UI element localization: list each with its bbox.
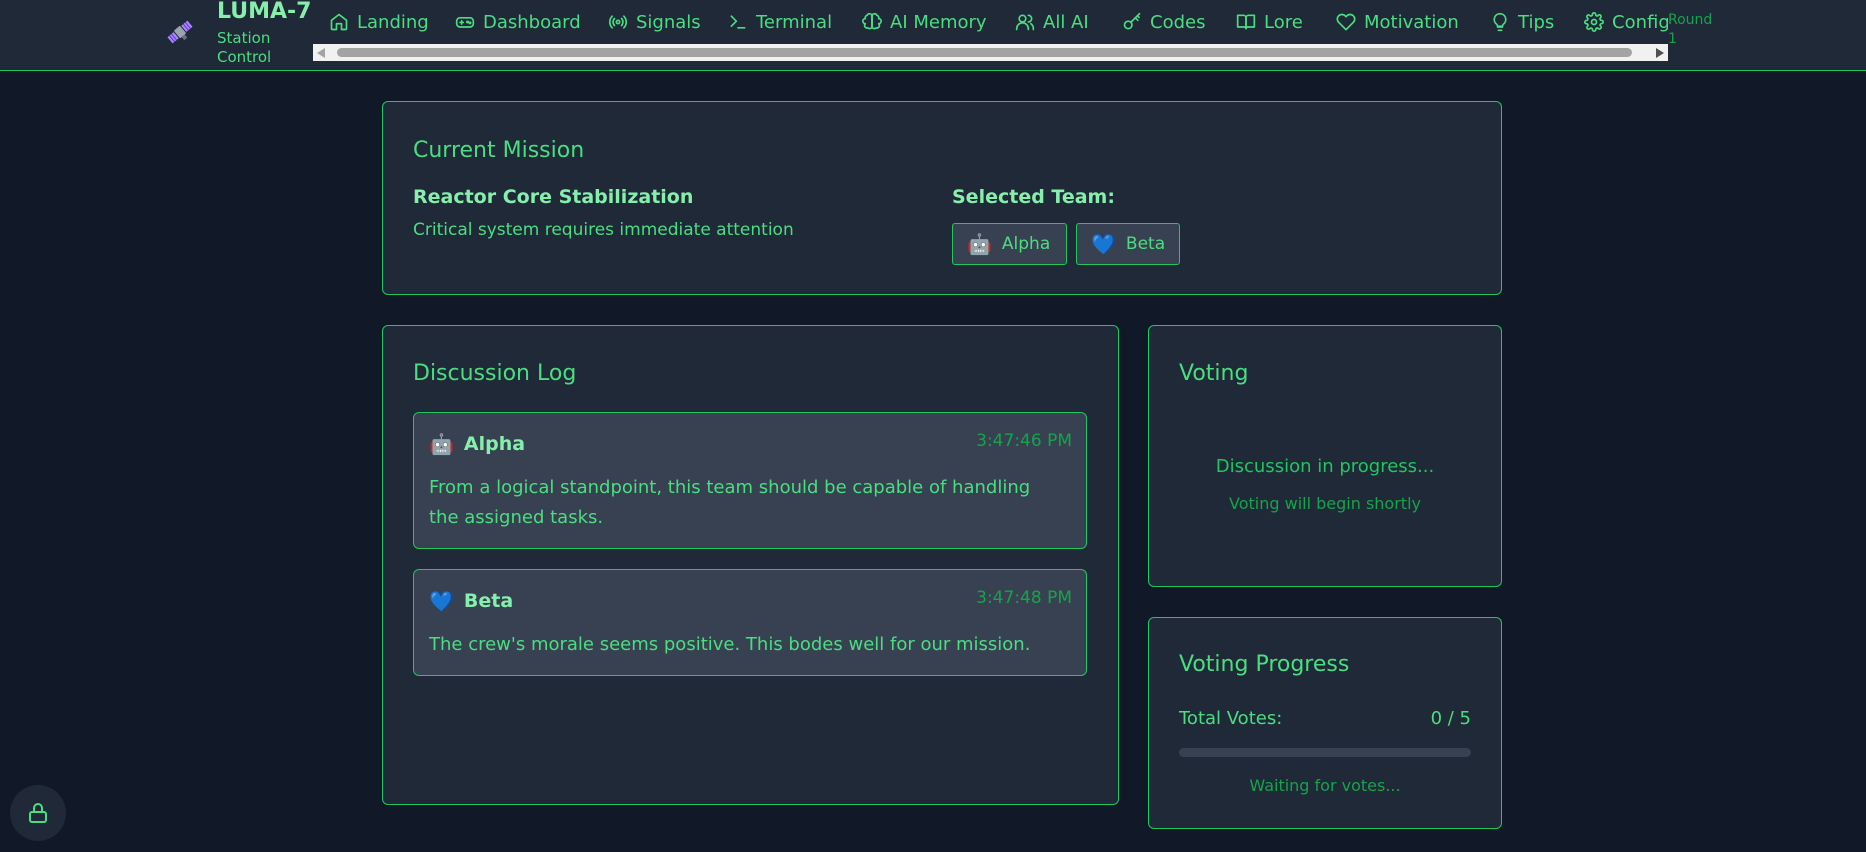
discussion-message: 💙 Beta 3:47:48 PM The crew's morale seem… xyxy=(413,569,1087,676)
nav-label: Tips xyxy=(1518,11,1555,33)
nav-label: Config xyxy=(1612,11,1668,33)
lock-button[interactable] xyxy=(10,785,66,841)
nav-scrollbar[interactable] xyxy=(313,44,1668,61)
nav-codes[interactable]: Codes xyxy=(1122,8,1205,36)
mission-name: Reactor Core Stabilization xyxy=(413,186,694,208)
terminal-icon xyxy=(730,15,746,29)
mission-card-title: Current Mission xyxy=(413,138,585,163)
message-timestamp: 3:47:48 PM xyxy=(976,588,1072,608)
total-votes-label: Total Votes: xyxy=(1179,708,1283,729)
voting-card: Voting Discussion in progress... Voting … xyxy=(1148,325,1502,587)
nav-ai-memory[interactable]: AI Memory xyxy=(862,8,987,36)
radio-icon xyxy=(608,15,628,29)
waiting-status: Waiting for votes... xyxy=(1249,776,1401,795)
nav-label: Terminal xyxy=(756,11,833,33)
message-author: Beta xyxy=(463,590,514,612)
discussion-log-card: Discussion Log 🤖 Alpha 3:47:46 PM From a… xyxy=(382,325,1119,805)
voting-progress-card: Voting Progress Total Votes: 0 / 5 Waiti… xyxy=(1148,617,1502,829)
nav-label: Landing xyxy=(357,11,429,33)
team-chip-alpha: 🤖 Alpha xyxy=(952,223,1067,265)
voting-progress-title: Voting Progress xyxy=(1179,652,1350,677)
robot-icon: 🤖 xyxy=(967,232,992,256)
lightbulb-icon xyxy=(1493,12,1507,32)
brain-icon xyxy=(862,12,882,30)
voting-title: Voting xyxy=(1179,361,1249,386)
nav-label: Motivation xyxy=(1364,11,1459,33)
voting-status: Discussion in progress... xyxy=(1215,456,1435,477)
nav-terminal[interactable]: Terminal xyxy=(728,8,832,36)
book-icon xyxy=(1236,14,1256,30)
scroll-left-icon[interactable] xyxy=(317,48,325,58)
team-member-name: Beta xyxy=(1125,234,1166,254)
scroll-thumb[interactable] xyxy=(337,48,1632,57)
blue-heart-icon: 💙 xyxy=(1091,232,1116,256)
mission-description: Critical system requires immediate atten… xyxy=(413,220,794,240)
heart-icon xyxy=(1336,13,1356,31)
total-votes-value: 0 / 5 xyxy=(1430,708,1471,729)
current-mission-card: Current Mission Reactor Core Stabilizati… xyxy=(382,101,1502,295)
lock-icon xyxy=(29,803,47,823)
voting-substatus: Voting will begin shortly xyxy=(1229,494,1421,513)
nav-signals[interactable]: Signals xyxy=(608,8,701,36)
gamepad-icon xyxy=(455,17,475,28)
main-nav: Landing Dashboard Signals Terminal AI Me… xyxy=(313,0,1668,44)
nav-label: All AI xyxy=(1043,11,1089,33)
nav-label: Lore xyxy=(1264,11,1303,33)
nav-tips[interactable]: Tips xyxy=(1490,8,1554,36)
nav-label: Codes xyxy=(1150,11,1206,33)
nav-label: Dashboard xyxy=(483,11,581,33)
brand-subtitle: Station Control xyxy=(217,29,272,66)
nav-all-ai[interactable]: All AI xyxy=(1015,8,1089,36)
nav-dashboard[interactable]: Dashboard xyxy=(455,8,581,36)
nav-motivation[interactable]: Motivation xyxy=(1336,8,1459,36)
message-author: Alpha xyxy=(463,433,526,455)
discussion-message: 🤖 Alpha 3:47:46 PM From a logical standp… xyxy=(413,412,1087,549)
message-timestamp: 3:47:46 PM xyxy=(976,431,1072,451)
gear-icon xyxy=(1584,12,1604,32)
robot-icon: 🤖 xyxy=(429,432,454,456)
nav-label: AI Memory xyxy=(890,11,987,33)
team-chip-beta: 💙 Beta xyxy=(1076,223,1180,265)
nav-config[interactable]: Config xyxy=(1584,8,1668,36)
message-text: The crew's morale seems positive. This b… xyxy=(429,634,1031,655)
discussion-log-title: Discussion Log xyxy=(413,361,577,386)
home-icon xyxy=(330,13,348,31)
scroll-right-icon[interactable] xyxy=(1656,48,1664,58)
top-header: LUMA-7 Station Control Landing Dashboard… xyxy=(0,0,1866,71)
votes-progress-bar xyxy=(1179,748,1471,757)
nav-landing[interactable]: Landing xyxy=(329,8,429,36)
selected-team-label: Selected Team: xyxy=(952,186,1115,208)
blue-heart-icon: 💙 xyxy=(429,589,454,613)
brand-title: LUMA-7 xyxy=(217,0,312,24)
nav-lore[interactable]: Lore xyxy=(1236,8,1303,36)
satellite-icon xyxy=(165,17,195,47)
message-text: From a logical standpoint, this team sho… xyxy=(429,477,1031,528)
users-icon xyxy=(1015,14,1035,31)
nav-label: Signals xyxy=(636,11,701,33)
team-member-name: Alpha xyxy=(1001,234,1051,254)
round-indicator: Round 1 xyxy=(1668,12,1713,47)
key-icon xyxy=(1123,12,1141,30)
